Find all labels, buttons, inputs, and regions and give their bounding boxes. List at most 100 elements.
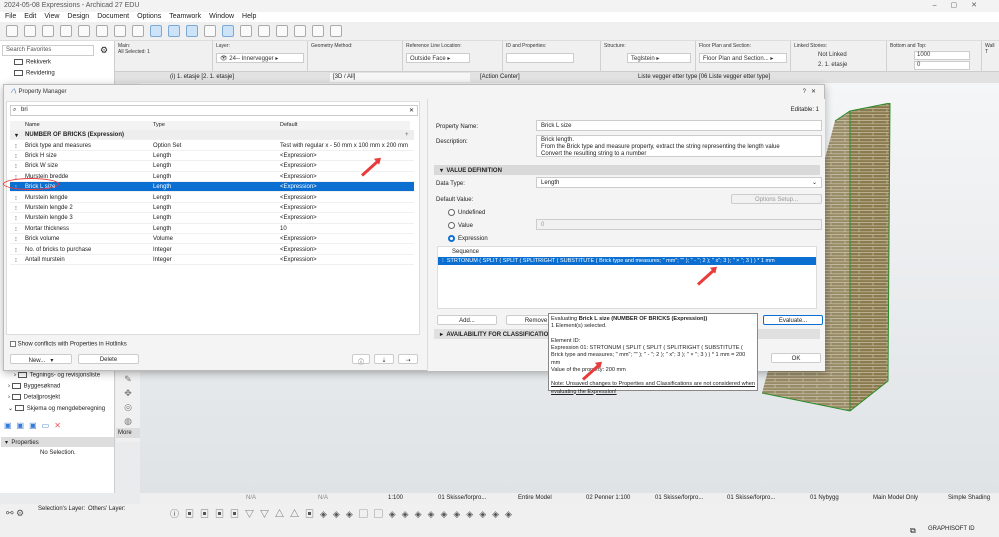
lock-icon[interactable] [78, 25, 90, 37]
menu-teamwork[interactable]: Teamwork [169, 13, 201, 21]
show-conflicts-checkbox[interactable]: Show conflicts with Properties in Hotlin… [10, 341, 127, 348]
snap-icon[interactable] [150, 25, 162, 37]
property-row[interactable]: ⁝ Brick type and measures Option Set Test w… [10, 141, 414, 151]
tab-action-center[interactable]: [Action Center] [477, 73, 523, 82]
add-icon[interactable]: + [405, 132, 409, 138]
pen-set-select[interactable]: 02 Penner 1:100 [586, 495, 630, 501]
favorites-search-input[interactable]: Search Favorites [2, 45, 94, 56]
undo-icon[interactable] [114, 25, 126, 37]
syringe-icon[interactable] [330, 25, 342, 37]
na-field[interactable]: N/A [318, 495, 328, 501]
menu-document[interactable]: Document [97, 13, 129, 21]
reference-line-select[interactable]: Outside Face ▸ [406, 53, 470, 63]
menu-file[interactable]: File [5, 13, 16, 21]
property-search-input[interactable]: ⌕ bri ✕ [10, 105, 418, 116]
property-row[interactable]: ⁝ No. of bricks to purchase Integer <Expres… [10, 245, 414, 255]
drag-handle-icon[interactable]: ⁝ [15, 247, 17, 254]
toolbox-icons[interactable]: ✎ ✥ ◎ ◍ [116, 372, 140, 428]
trim-icon[interactable] [258, 25, 270, 37]
drag-handle-icon[interactable]: ⁝ [15, 163, 17, 170]
tab-3d[interactable]: [3D / All] [330, 73, 470, 82]
copy-icon[interactable] [60, 25, 72, 37]
top-height-input[interactable]: 1000 [914, 51, 970, 60]
nav-item-detaljprosjekt[interactable]: › Detaljprosjekt [8, 394, 60, 401]
value-definition-header[interactable]: ▾ VALUE DEFINITION [434, 165, 820, 175]
renovation-filter-select[interactable]: 01 Nybygg [810, 495, 839, 501]
close-icon[interactable]: ? ✕ [803, 88, 816, 95]
property-row[interactable]: ⁝ Antall murstein Integer <Expression> [10, 255, 414, 266]
drag-handle-icon[interactable]: ⁝ [15, 195, 17, 202]
print-icon[interactable] [42, 25, 54, 37]
model-view-select[interactable]: Entire Model [518, 495, 552, 501]
evaluate-button[interactable]: Evaluate... [763, 315, 823, 325]
property-row[interactable]: ⁝ Brick H size Length <Expression> [10, 151, 414, 162]
menu-window[interactable]: Window [209, 13, 234, 21]
na-field[interactable]: N/A [246, 495, 256, 501]
gear-icon[interactable]: ⚙ [100, 45, 108, 56]
property-row[interactable]: ⁝ Brick L size Length <Expression> [10, 182, 414, 193]
properties-header[interactable]: ▾ Properties [1, 437, 114, 447]
scale-select[interactable]: 1:100 [388, 495, 403, 501]
data-type-select[interactable]: Length ⌄ [536, 177, 822, 188]
dimension-select[interactable]: 01 Skisse/forpro... [727, 495, 775, 501]
delete-button[interactable]: Delete [78, 354, 139, 364]
measure-icon[interactable] [204, 25, 216, 37]
import-icon[interactable]: ⇣ [374, 354, 394, 364]
model-view-options-select[interactable]: Main Model Only [873, 495, 918, 501]
id-input[interactable] [506, 53, 574, 63]
eyedropper-icon[interactable] [312, 25, 324, 37]
floor-plan-section-select[interactable]: Floor Plan and Section... ▸ [699, 53, 787, 63]
window-icon[interactable]: ⧉ [910, 526, 916, 536]
nav-item-tegningsliste[interactable]: › Tegnings- og revisjonsliste [14, 372, 100, 379]
align-icon[interactable] [276, 25, 288, 37]
gravity-icon[interactable] [186, 25, 198, 37]
column-type[interactable]: Type [153, 122, 165, 128]
radio-value[interactable]: Value [448, 222, 473, 229]
column-name[interactable]: Name [25, 122, 40, 128]
tab-schedule[interactable]: Liste vegger etter type [06 Liste vegger… [635, 73, 773, 82]
nav-item-revidering[interactable]: Revidering [14, 70, 55, 77]
drag-handle-icon[interactable]: ⁝ [15, 215, 17, 222]
toolbox-more[interactable]: More [116, 428, 140, 438]
expression-row[interactable]: ⁝ STRTONUM ( SPLIT ( SPLIT ( SPLITRIGHT … [438, 257, 816, 265]
roof-icon[interactable] [294, 25, 306, 37]
menu-help[interactable]: Help [242, 13, 256, 21]
value-input[interactable]: 0 [536, 219, 822, 230]
drag-handle-icon[interactable]: ⁝ [15, 236, 17, 243]
new-icon[interactable] [6, 25, 18, 37]
nav-item-rekkverk[interactable]: Rekkverk [14, 59, 51, 66]
drag-handle-icon[interactable]: ⁝ [15, 205, 17, 212]
layer-select[interactable]: 👁 24-- Innervegger ▸ [216, 53, 304, 63]
grid-icon[interactable] [240, 25, 252, 37]
clear-search-icon[interactable]: ✕ [409, 107, 414, 114]
property-row[interactable]: ⁝ Brick W size Length <Expression> [10, 161, 414, 172]
nav-item-skjema[interactable]: ⌄ Skjema og mengdeberegning [8, 405, 105, 412]
property-row[interactable]: ⁝ Brick volume Volume <Expression> [10, 234, 414, 245]
property-row[interactable]: ⁝ Murstein lengde 2 Length <Expression> [10, 203, 414, 214]
navigator-actions[interactable]: ▣▣▣▭✕ [4, 421, 66, 430]
menu-options[interactable]: Options [137, 13, 161, 21]
property-row[interactable]: ⁝ Mortar thickness Length 10 [10, 224, 414, 235]
add-expression-button[interactable]: Add... [437, 315, 497, 325]
find-icon[interactable] [96, 25, 108, 37]
delete-icon[interactable]: ✕ [54, 421, 66, 430]
options-setup-button[interactable]: Options Setup... [731, 194, 822, 204]
drag-handle-icon[interactable]: ⁝ [15, 257, 17, 264]
drag-handle-icon[interactable]: ⁝ [15, 143, 17, 150]
property-name-input[interactable]: Brick L size [536, 120, 822, 131]
view-toolbar-icons[interactable]: ⓘ▣▣▣▣▽▽△△▣◈◈◈▢▢◈◈◈◈◈◈◈◈◈◈ [170, 507, 518, 520]
property-row[interactable]: ⁝ Murstein lengde 3 Length <Expression> [10, 213, 414, 224]
redo-icon[interactable] [132, 25, 144, 37]
linked-top-story[interactable]: Not Linked [818, 52, 847, 58]
menu-view[interactable]: View [44, 13, 59, 21]
save-icon[interactable] [24, 25, 36, 37]
bottom-height-input[interactable]: 0 [914, 61, 970, 70]
suspend-groups-icon[interactable] [222, 25, 234, 37]
menu-edit[interactable]: Edit [24, 13, 36, 21]
tab-floor-plan[interactable]: (i) 1. etasje [2. 1. etasje] [167, 73, 237, 82]
new-property-button[interactable]: New... ▾ [10, 354, 72, 364]
radio-expression[interactable]: Expression [448, 235, 488, 242]
column-default[interactable]: Default [280, 122, 297, 128]
structure-select[interactable]: Teglstein ▸ [627, 53, 691, 63]
property-group-row[interactable]: ▾ NUMBER OF BRICKS (Expression) + [10, 130, 414, 141]
